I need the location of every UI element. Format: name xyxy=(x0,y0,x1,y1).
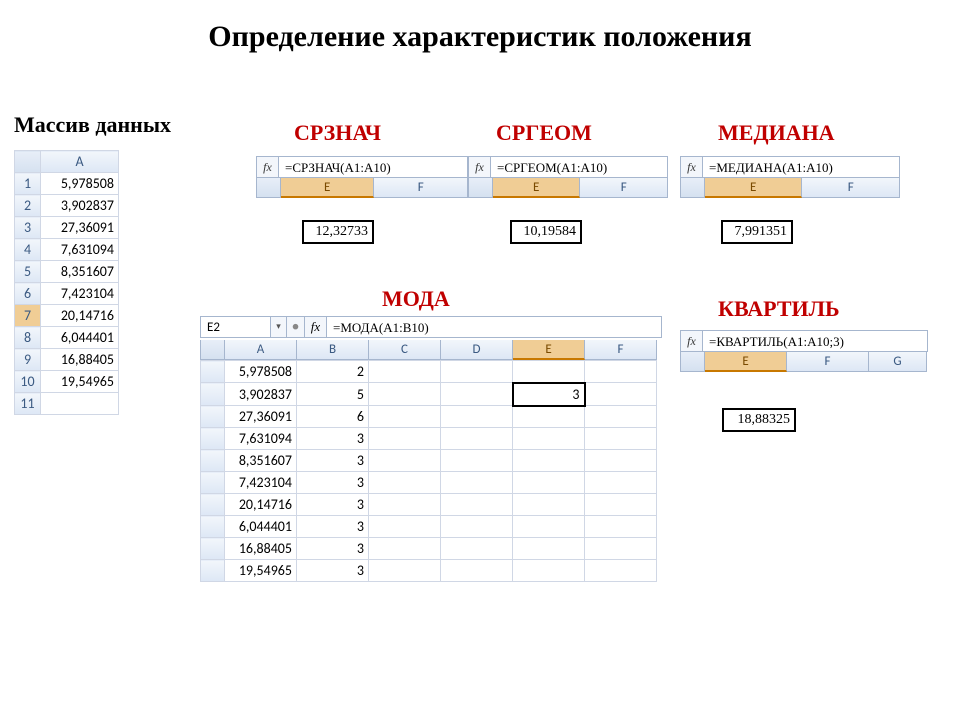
cell[interactable]: 19,54965 xyxy=(41,371,119,393)
col-header-e[interactable]: E xyxy=(493,178,581,198)
cell[interactable]: 6,044401 xyxy=(41,327,119,349)
col-header-e[interactable]: E xyxy=(705,178,803,198)
srgeom-result[interactable]: 10,19584 xyxy=(510,220,582,244)
moda-result-cell[interactable]: 3 xyxy=(513,383,585,406)
srznach-panel: fx =СРЗНАЧ(A1:A10) E F xyxy=(256,156,468,198)
col-header-f[interactable]: F xyxy=(787,352,869,372)
mediana-panel: fx =МЕДИАНА(A1:A10) E F xyxy=(680,156,900,198)
fx-icon[interactable]: fx xyxy=(681,331,703,351)
moda-panel: E2 ▾ ● fx =МОДА(A1:B10) A B C D E F 5,97… xyxy=(200,316,662,582)
moda-grid[interactable]: 5,9785082 3,90283753 27,360916 7,6310943… xyxy=(200,360,657,582)
data-array-table[interactable]: A 15,978508 23,902837 327,36091 47,63109… xyxy=(14,150,119,415)
cell[interactable] xyxy=(41,393,119,415)
col-header-a[interactable]: A xyxy=(225,340,297,360)
col-header-e[interactable]: E xyxy=(705,352,787,372)
fx-icon[interactable]: fx xyxy=(257,157,279,177)
col-header-f[interactable]: F xyxy=(585,340,657,360)
row-num[interactable]: 6 xyxy=(15,283,41,305)
col-header-b[interactable]: B xyxy=(297,340,369,360)
formula-bar: fx =СРЗНАЧ(A1:A10) xyxy=(256,156,468,178)
col-header-f[interactable]: F xyxy=(580,178,668,198)
name-box-bar: E2 ▾ ● fx =МОДА(A1:B10) xyxy=(200,316,662,338)
col-header-e[interactable]: E xyxy=(281,178,375,198)
srgeom-title: СРГЕОМ xyxy=(496,120,592,146)
srznach-title: СРЗНАЧ xyxy=(294,120,381,146)
cancel-icon[interactable]: ● xyxy=(287,317,305,337)
cell[interactable]: 7,631094 xyxy=(41,239,119,261)
dropdown-icon[interactable]: ▾ xyxy=(271,317,287,337)
formula-input[interactable]: =КВАРТИЛЬ(A1:A10;3) xyxy=(703,331,927,351)
fx-icon[interactable]: fx xyxy=(681,157,703,177)
col-header-f[interactable]: F xyxy=(802,178,900,198)
row-num[interactable]: 4 xyxy=(15,239,41,261)
col-header-c[interactable]: C xyxy=(369,340,441,360)
cell[interactable]: 3,902837 xyxy=(41,195,119,217)
row-num[interactable]: 2 xyxy=(15,195,41,217)
cell[interactable]: 8,351607 xyxy=(41,261,119,283)
formula-bar: fx =КВАРТИЛЬ(A1:A10;3) xyxy=(680,330,928,352)
formula-bar: fx =СРГЕОМ(A1:A10) xyxy=(468,156,668,178)
formula-input[interactable]: =СРЗНАЧ(A1:A10) xyxy=(279,157,467,177)
row-num[interactable]: 1 xyxy=(15,173,41,195)
row-num[interactable]: 10 xyxy=(15,371,41,393)
srznach-result[interactable]: 12,32733 xyxy=(302,220,374,244)
cell[interactable]: 27,36091 xyxy=(41,217,119,239)
cell[interactable]: 20,14716 xyxy=(41,305,119,327)
cell[interactable]: 5,978508 xyxy=(41,173,119,195)
subtitle: Массив данных xyxy=(14,112,171,138)
row-num-selected[interactable]: 7 xyxy=(15,305,41,327)
row-num[interactable]: 3 xyxy=(15,217,41,239)
row-num[interactable]: 5 xyxy=(15,261,41,283)
row-num[interactable]: 9 xyxy=(15,349,41,371)
srgeom-panel: fx =СРГЕОМ(A1:A10) E F xyxy=(468,156,668,198)
col-header-g[interactable]: G xyxy=(869,352,927,372)
page-title: Определение характеристик положения xyxy=(0,20,960,54)
formula-bar: fx =МЕДИАНА(A1:A10) xyxy=(680,156,900,178)
kvartil-title: КВАРТИЛЬ xyxy=(718,296,840,322)
cell[interactable]: 7,423104 xyxy=(41,283,119,305)
col-header-f[interactable]: F xyxy=(374,178,468,198)
kvartil-panel: fx =КВАРТИЛЬ(A1:A10;3) E F G xyxy=(680,330,928,372)
col-header-a[interactable]: A xyxy=(41,151,119,173)
formula-input[interactable]: =СРГЕОМ(A1:A10) xyxy=(491,157,667,177)
row-num[interactable]: 11 xyxy=(15,393,41,415)
col-header-d[interactable]: D xyxy=(441,340,513,360)
mediana-result[interactable]: 7,991351 xyxy=(721,220,793,244)
kvartil-result[interactable]: 18,88325 xyxy=(722,408,796,432)
formula-input[interactable]: =МЕДИАНА(A1:A10) xyxy=(703,157,899,177)
fx-icon[interactable]: fx xyxy=(469,157,491,177)
name-box[interactable]: E2 xyxy=(201,317,271,337)
col-header-e[interactable]: E xyxy=(513,340,585,360)
row-num[interactable]: 8 xyxy=(15,327,41,349)
mediana-title: МЕДИАНА xyxy=(718,120,835,146)
fx-icon[interactable]: fx xyxy=(305,317,327,337)
cell[interactable]: 16,88405 xyxy=(41,349,119,371)
formula-input[interactable]: =МОДА(A1:B10) xyxy=(327,317,661,337)
moda-title: МОДА xyxy=(382,286,450,312)
